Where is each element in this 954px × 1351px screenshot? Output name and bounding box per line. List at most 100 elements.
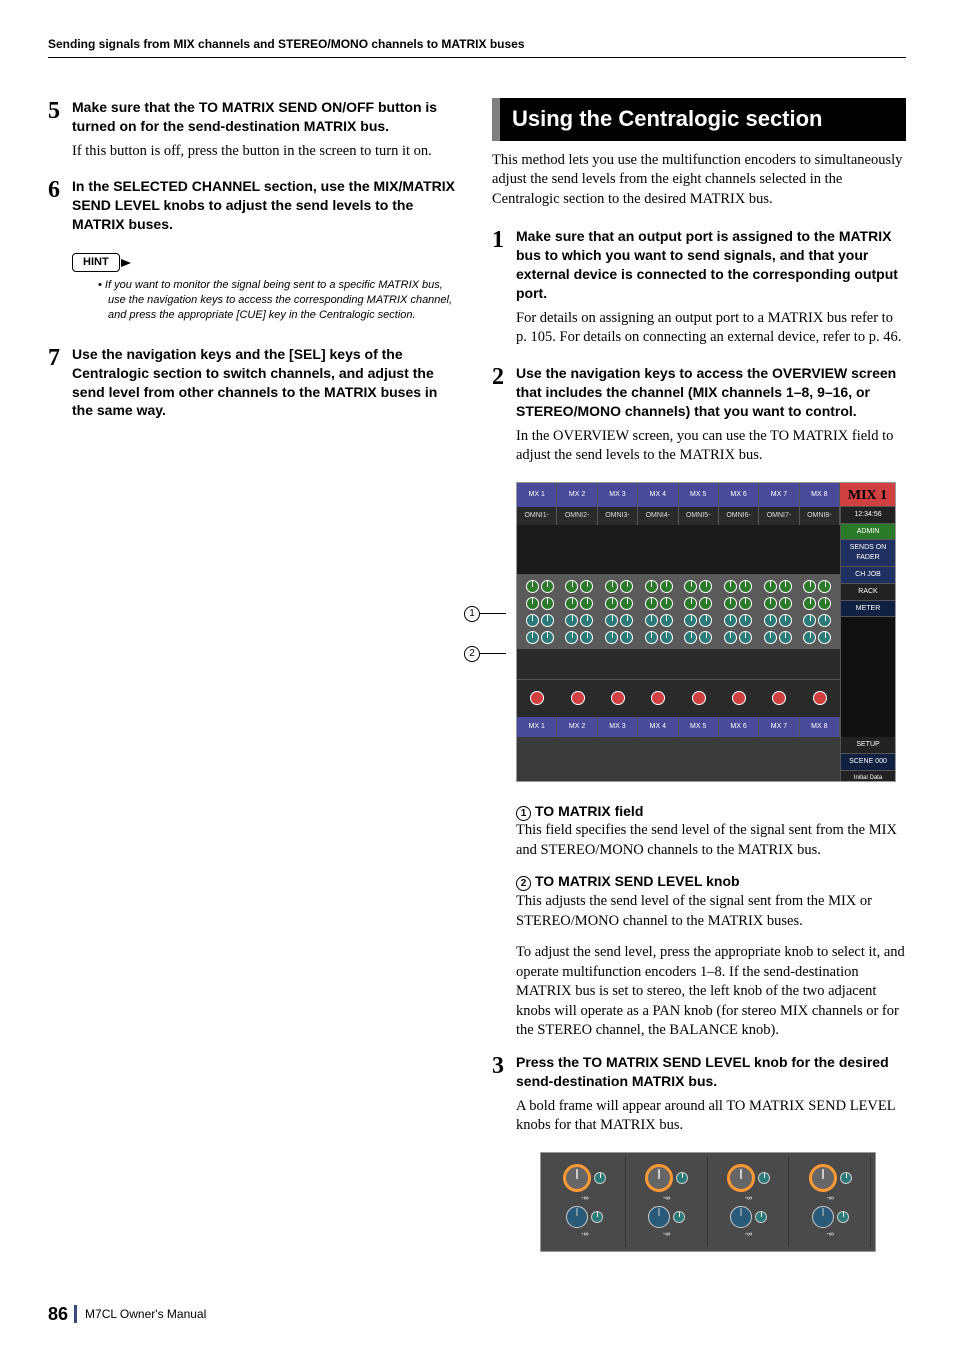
to-matrix-knob-pair[interactable] [600,579,638,594]
send-knob-icon[interactable] [724,631,737,644]
mini-knob[interactable] [594,1172,606,1184]
to-matrix-knob-pair[interactable] [798,630,836,645]
channel-tab[interactable]: MX 7 [759,717,799,737]
send-knob-icon[interactable] [724,614,737,627]
to-matrix-knob-pair[interactable] [640,613,678,628]
to-matrix-knob-pair[interactable] [521,596,559,611]
send-level-knob[interactable] [809,1164,837,1192]
send-knob-icon[interactable] [580,631,593,644]
channel-tab[interactable]: MX 6 [719,717,759,737]
to-matrix-knob-pair[interactable] [521,630,559,645]
to-matrix-knob-pair[interactable] [640,630,678,645]
send-knob-icon[interactable] [764,580,777,593]
send-knob-icon[interactable] [803,614,816,627]
channel-tab[interactable]: MX 2 [557,717,597,737]
send-knob-icon[interactable] [580,580,593,593]
send-knob-icon[interactable] [580,614,593,627]
mute-button[interactable] [530,691,544,705]
channel-tab[interactable]: MX 8 [800,483,840,507]
send-knob-icon[interactable] [645,580,658,593]
send-knob-icon[interactable] [739,631,752,644]
rack-button[interactable]: RACK [841,584,895,601]
channel-tab[interactable]: MX 8 [800,717,840,737]
send-knob-icon[interactable] [660,614,673,627]
send-knob-icon[interactable] [764,631,777,644]
send-knob-icon[interactable] [779,597,792,610]
mute-button[interactable] [571,691,585,705]
send-knob-icon[interactable] [699,597,712,610]
send-knob-icon[interactable] [580,597,593,610]
send-knob-icon[interactable] [818,580,831,593]
channel-tab[interactable]: MX 1 [517,717,557,737]
to-matrix-knob-pair[interactable] [600,613,638,628]
send-knob-icon[interactable] [818,631,831,644]
setup-button[interactable]: SETUP [841,737,895,754]
channel-tab[interactable]: MX 7 [759,483,799,507]
mute-button[interactable] [651,691,665,705]
send-knob-icon[interactable] [779,580,792,593]
channel-tab[interactable]: MX 3 [598,483,638,507]
channel-tab[interactable]: MX 5 [679,717,719,737]
send-knob-icon[interactable] [565,631,578,644]
send-level-knob[interactable] [648,1206,670,1228]
send-knob-icon[interactable] [764,597,777,610]
to-matrix-knob-pair[interactable] [521,579,559,594]
send-knob-icon[interactable] [724,597,737,610]
to-matrix-knob-pair[interactable] [759,579,797,594]
to-matrix-knob-pair[interactable] [719,596,757,611]
send-knob-icon[interactable] [620,631,633,644]
send-knob-icon[interactable] [764,614,777,627]
send-knob-icon[interactable] [660,580,673,593]
send-knob-icon[interactable] [541,597,554,610]
to-matrix-knob-pair[interactable] [798,613,836,628]
to-matrix-knob-pair[interactable] [640,579,678,594]
send-knob-icon[interactable] [645,631,658,644]
send-knob-icon[interactable] [605,597,618,610]
mute-button[interactable] [692,691,706,705]
send-knob-icon[interactable] [605,614,618,627]
ch-job-button[interactable]: CH JOB [841,567,895,584]
send-knob-icon[interactable] [620,614,633,627]
send-knob-icon[interactable] [779,614,792,627]
send-knob-icon[interactable] [541,631,554,644]
send-knob-icon[interactable] [684,597,697,610]
send-level-knob[interactable] [727,1164,755,1192]
send-knob-icon[interactable] [803,580,816,593]
send-knob-icon[interactable] [684,580,697,593]
mute-button[interactable] [611,691,625,705]
to-matrix-knob-pair[interactable] [561,579,599,594]
to-matrix-knob-pair[interactable] [719,613,757,628]
send-knob-icon[interactable] [660,597,673,610]
send-level-knob[interactable] [645,1164,673,1192]
mini-knob[interactable] [840,1172,852,1184]
channel-tab[interactable]: MX 4 [638,483,678,507]
channel-tab[interactable]: MX 3 [598,717,638,737]
to-matrix-knob-pair[interactable] [798,596,836,611]
to-matrix-knob-pair[interactable] [600,596,638,611]
channel-tab[interactable]: MX 4 [638,717,678,737]
send-knob-icon[interactable] [684,614,697,627]
admin-button[interactable]: ADMIN [841,524,895,541]
to-matrix-knob-pair[interactable] [719,579,757,594]
to-matrix-knob-pair[interactable] [759,596,797,611]
send-level-knob[interactable] [730,1206,752,1228]
to-matrix-knob-pair[interactable] [561,596,599,611]
send-knob-icon[interactable] [541,614,554,627]
send-knob-icon[interactable] [565,614,578,627]
send-knob-icon[interactable] [724,580,737,593]
mute-button[interactable] [772,691,786,705]
channel-tab[interactable]: MX 6 [719,483,759,507]
send-knob-icon[interactable] [526,614,539,627]
send-knob-icon[interactable] [565,580,578,593]
to-matrix-knob-pair[interactable] [680,579,718,594]
mute-button[interactable] [732,691,746,705]
to-matrix-knob-pair[interactable] [680,596,718,611]
to-matrix-knob-pair[interactable] [759,613,797,628]
to-matrix-knob-pair[interactable] [759,630,797,645]
mini-knob[interactable] [676,1172,688,1184]
to-matrix-knob-pair[interactable] [680,630,718,645]
send-knob-icon[interactable] [803,631,816,644]
send-level-knob[interactable] [812,1206,834,1228]
send-knob-icon[interactable] [739,580,752,593]
send-knob-icon[interactable] [818,614,831,627]
